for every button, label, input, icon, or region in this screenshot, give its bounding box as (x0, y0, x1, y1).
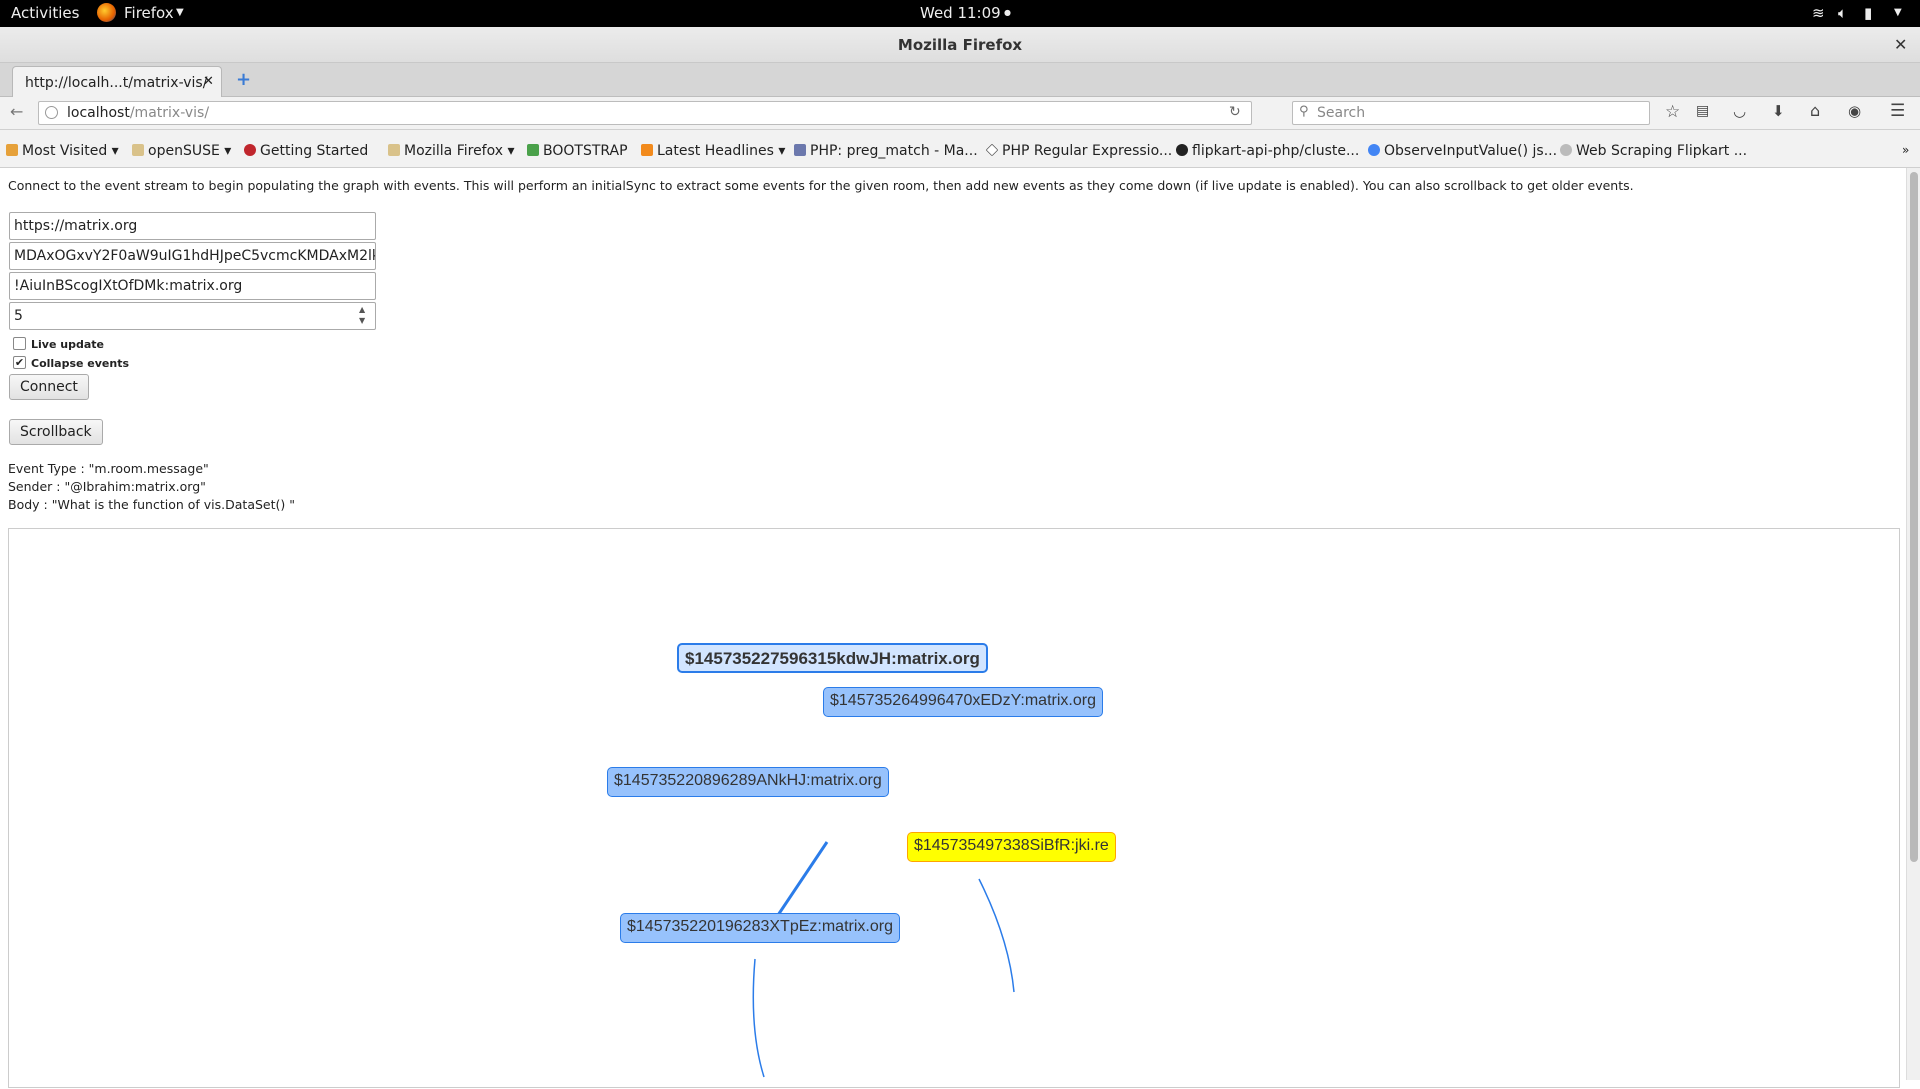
tab-matrix-vis[interactable]: http://localh...t/matrix-vis/ ✕ (12, 66, 222, 97)
home-icon[interactable]: ⌂ (1810, 101, 1820, 120)
scrollback-button[interactable]: Scrollback (9, 419, 103, 445)
new-tab-icon[interactable]: + (236, 69, 251, 90)
collapse-events-label: Collapse events (31, 357, 130, 370)
rss-icon (641, 144, 653, 156)
pocket-icon[interactable]: ◡ (1733, 102, 1746, 120)
graph-edges (752, 840, 1015, 1078)
close-icon[interactable]: ✕ (1894, 27, 1907, 63)
bookmarks-menu-icon[interactable]: ▤ (1696, 103, 1709, 119)
chevron-down-icon: ▼ (176, 7, 184, 18)
system-top-bar: Activities Firefox ▼ Wed 11:09 ● ≋ 🔈︎ ▮ … (0, 0, 1920, 27)
downloads-icon[interactable]: ⬇ (1772, 102, 1785, 120)
php-icon (794, 144, 806, 156)
graph-edge (752, 958, 765, 1078)
room-id-input[interactable]: !AiuInBScogIXtOfDMk:matrix.org (9, 272, 376, 300)
reload-icon[interactable]: ↻ (1229, 104, 1241, 120)
chat-icon[interactable]: ◉ (1848, 102, 1861, 120)
connect-button[interactable]: Connect (9, 374, 89, 400)
hamburger-menu-icon[interactable]: ☰ (1890, 101, 1905, 121)
event-limit-stepper[interactable]: 5 ▲ ▼ (9, 302, 376, 330)
github-icon (1176, 144, 1188, 156)
window-title: Mozilla Firefox (897, 36, 1023, 54)
spinner-arrows-icon[interactable]: ▲ ▼ (359, 304, 365, 326)
bookmark-flipkart-api[interactable]: flipkart-api-php/cluste... (1176, 143, 1359, 159)
bookmark-most-visited[interactable]: Most Visited ▾ (6, 143, 119, 159)
close-tab-icon[interactable]: ✕ (203, 74, 214, 89)
firefox-app-icon (97, 3, 116, 22)
sender-text: Sender : "@Ibrahim:matrix.org" (8, 479, 206, 494)
clock[interactable]: Wed 11:09 (920, 4, 1001, 22)
app-menu-button[interactable]: Firefox (124, 4, 174, 22)
page-info-icon[interactable] (45, 106, 58, 119)
url-path: /matrix-vis/ (129, 105, 210, 121)
body-text: Body : "What is the function of vis.Data… (8, 497, 295, 512)
bookmark-observe-input[interactable]: ObserveInputValue() js... (1368, 143, 1557, 159)
folder-icon (132, 144, 144, 156)
graph-node[interactable]: $145735497338SiBfR:jki.re (907, 832, 1116, 862)
graph-edge (978, 878, 1015, 993)
bookmark-latest-headlines[interactable]: Latest Headlines ▾ (641, 143, 785, 159)
url-host: localhost (67, 105, 130, 121)
chevron-right-icon[interactable]: » (1902, 143, 1909, 157)
bookmarks-toolbar: Most Visited ▾ openSUSE ▾ Getting Starte… (0, 130, 1920, 168)
bookmark-web-scraping[interactable]: Web Scraping Flipkart ... (1560, 143, 1747, 159)
search-placeholder: Search (1317, 105, 1366, 121)
access-token-input[interactable]: MDAxOGxvY2F0aW9uIG1hdHJpeC5vcmcKMDAxM2lk… (9, 242, 376, 270)
graph-node[interactable]: $145735220196283XTpEz:matrix.org (620, 913, 900, 943)
search-icon: ⚲ (1299, 104, 1309, 119)
live-update-checkbox[interactable] (13, 337, 26, 350)
navigation-bar: ← localhost/matrix-vis/ ↻ ⚲ Search ☆ ▤ ◡… (0, 97, 1920, 130)
event-graph-canvas[interactable]: $145735227596315kdwJH:matrix.org $145735… (8, 528, 1900, 1088)
notification-dot-icon: ● (1004, 8, 1011, 17)
graph-node[interactable]: $145735227596315kdwJH:matrix.org (677, 643, 988, 673)
graph-node[interactable]: $145735220896289ANkHJ:matrix.org (607, 767, 889, 797)
bookmark-php-preg-match[interactable]: PHP: preg_match - Ma... (794, 143, 978, 159)
graph-node[interactable]: $145735264996470xEDzY:matrix.org (823, 687, 1103, 717)
globe-icon (1560, 144, 1572, 156)
search-input[interactable]: ⚲ Search (1292, 101, 1650, 125)
bookmark-bootstrap[interactable]: BOOTSTRAP (527, 143, 628, 159)
google-icon (1368, 144, 1380, 156)
page-content: Connect to the event stream to begin pop… (0, 168, 1906, 1088)
bookmark-php-regex[interactable]: PHP Regular Expressio... (985, 143, 1172, 159)
bookmark-getting-started[interactable]: Getting Started (244, 143, 368, 159)
diamond-icon (985, 143, 999, 157)
battery-icon[interactable]: ▮ (1864, 4, 1872, 22)
firefox-icon (244, 144, 256, 156)
limit-value: 5 (14, 308, 23, 324)
tab-strip: http://localh...t/matrix-vis/ ✕ + (0, 63, 1920, 97)
chevron-down-icon[interactable]: ▼ (1894, 7, 1902, 18)
window-titlebar: Mozilla Firefox ✕ (0, 27, 1920, 63)
tab-label: http://localh...t/matrix-vis/ (25, 75, 208, 91)
collapse-events-checkbox[interactable]: ✔ (13, 356, 26, 369)
activities-button[interactable]: Activities (11, 4, 79, 22)
scrollbar-thumb[interactable] (1910, 172, 1918, 862)
wifi-icon[interactable]: ≋ (1812, 4, 1825, 22)
intro-text: Connect to the event stream to begin pop… (8, 178, 1634, 193)
back-icon[interactable]: ← (10, 102, 23, 121)
event-type-text: Event Type : "m.room.message" (8, 461, 209, 476)
bookmark-mozilla-firefox[interactable]: Mozilla Firefox ▾ (388, 143, 515, 159)
folder-icon (6, 144, 18, 156)
volume-icon[interactable]: 🔈︎ (1838, 4, 1847, 22)
bookmark-star-icon[interactable]: ☆ (1665, 102, 1680, 122)
url-bar[interactable]: localhost/matrix-vis/ ↻ (38, 101, 1252, 125)
bootstrap-icon (527, 144, 539, 156)
page-scrollbar[interactable] (1906, 168, 1920, 1080)
live-update-label: Live update (31, 338, 104, 351)
folder-icon (388, 144, 400, 156)
bookmark-opensuse[interactable]: openSUSE ▾ (132, 143, 231, 159)
homeserver-input[interactable]: https://matrix.org (9, 212, 376, 240)
